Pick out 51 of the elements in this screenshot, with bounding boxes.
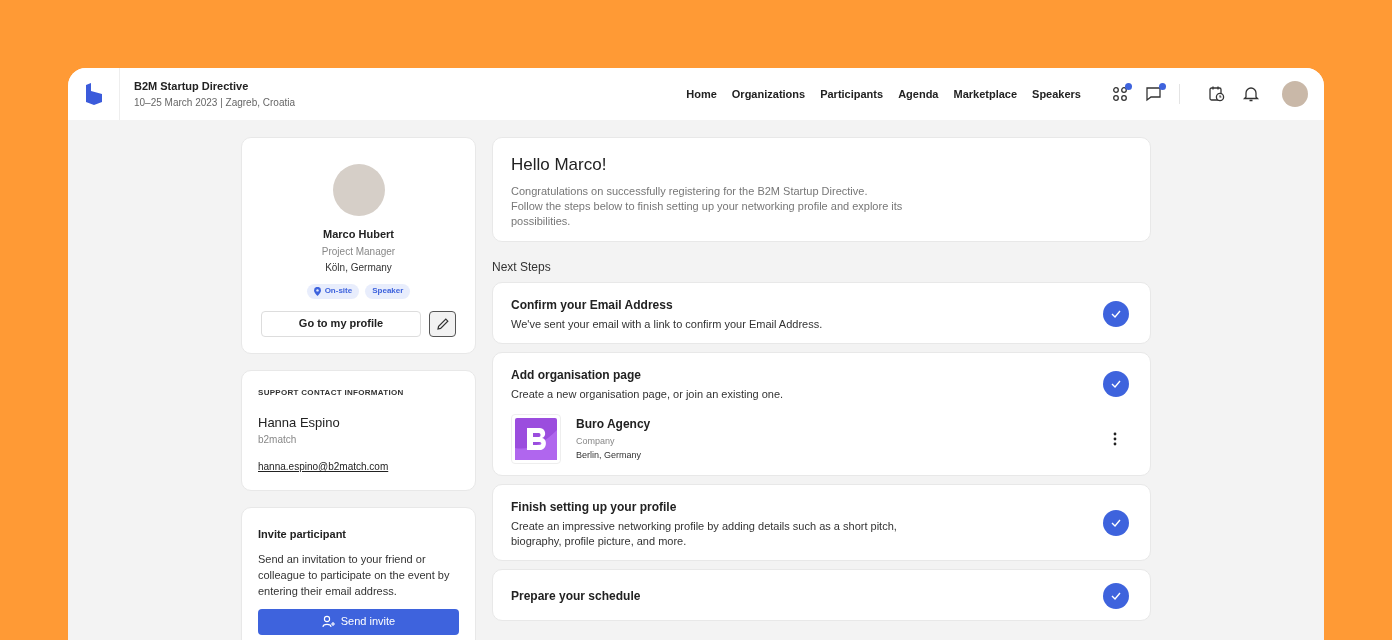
check-icon — [1111, 519, 1121, 527]
check-icon — [1111, 309, 1121, 318]
profile-role: Project Manager — [321, 244, 396, 259]
nav-link[interactable]: Organizations — [731, 85, 806, 103]
nav-link[interactable]: Participants — [820, 85, 884, 103]
profile-photo — [332, 164, 385, 216]
organization-logo — [515, 417, 557, 460]
nav-link[interactable]: Agenda — [898, 85, 939, 103]
support-name: Hanna Espino — [258, 413, 341, 432]
check-icon — [1111, 591, 1121, 600]
add-user-icon — [321, 615, 336, 628]
nav-link[interactable]: Speakers — [1032, 85, 1081, 103]
step-title: Finish setting up your profile — [511, 498, 678, 516]
chat-icon[interactable] — [1145, 85, 1163, 103]
step-title: Add organisation page — [511, 366, 642, 384]
calendar-clock-icon[interactable] — [1208, 85, 1226, 103]
invite-description: Send an invitation to your friend or colleague to participate on the event by entering their email address. — [258, 551, 451, 599]
edit-button[interactable] — [429, 310, 456, 337]
step-description: We've sent your email with a link to confirm your Email Address. — [511, 316, 824, 332]
organization-location: Berlin, Germany — [576, 449, 643, 462]
support-company: b2match — [258, 433, 298, 447]
step-description: Create an impressive networking profile by adding details such as a short pitch, biography, profile picture, and more. — [511, 518, 898, 549]
pencil-icon — [435, 316, 450, 331]
bell-icon[interactable] — [1242, 85, 1260, 103]
organization-name[interactable]: Buro Agency — [576, 414, 1107, 433]
tag: Speaker — [365, 283, 411, 299]
go-to-profile-button[interactable]: Go to my profile — [261, 310, 421, 337]
tag: On-site — [306, 283, 360, 299]
nav-link[interactable]: Marketplace — [953, 85, 1018, 103]
support-email-link[interactable]: hanna.espino@b2match.com — [258, 459, 459, 474]
profile-location: Köln, Germany — [325, 260, 392, 275]
welcome-text: Follow the steps below to finish setting up your networking profile and explore its possibilities. — [511, 198, 904, 229]
invite-title: Invite participant — [258, 527, 348, 542]
logo-icon[interactable] — [83, 83, 104, 105]
nav-link[interactable]: Home — [686, 85, 717, 103]
event-date-location: 10–25 March 2023 | Zagreb, Croatia — [134, 95, 296, 110]
location-pin-icon — [313, 286, 321, 296]
welcome-title: Hello Marco! — [511, 154, 608, 176]
profile-name: Marco Hubert — [323, 227, 394, 242]
next-steps-label: Next Steps — [492, 258, 552, 276]
check-icon — [1111, 379, 1121, 388]
event-title: B2M Startup Directive — [134, 79, 250, 95]
step-title: Confirm your Email Address — [511, 296, 674, 314]
send-invite-button[interactable]: Send invite — [258, 608, 459, 635]
organization-type: Company — [576, 434, 616, 448]
apps-icon[interactable] — [1111, 85, 1129, 103]
welcome-text: Congratulations on successfully registering for the B2M Startup Directive. — [511, 183, 869, 199]
support-heading: SUPPORT CONTACT INFORMATION — [258, 386, 405, 399]
step-title: Prepare your schedule — [511, 587, 642, 605]
step-description: Create a new organisation page, or join an existing one. — [511, 386, 785, 402]
vertical-dots-icon — [1113, 431, 1117, 446]
